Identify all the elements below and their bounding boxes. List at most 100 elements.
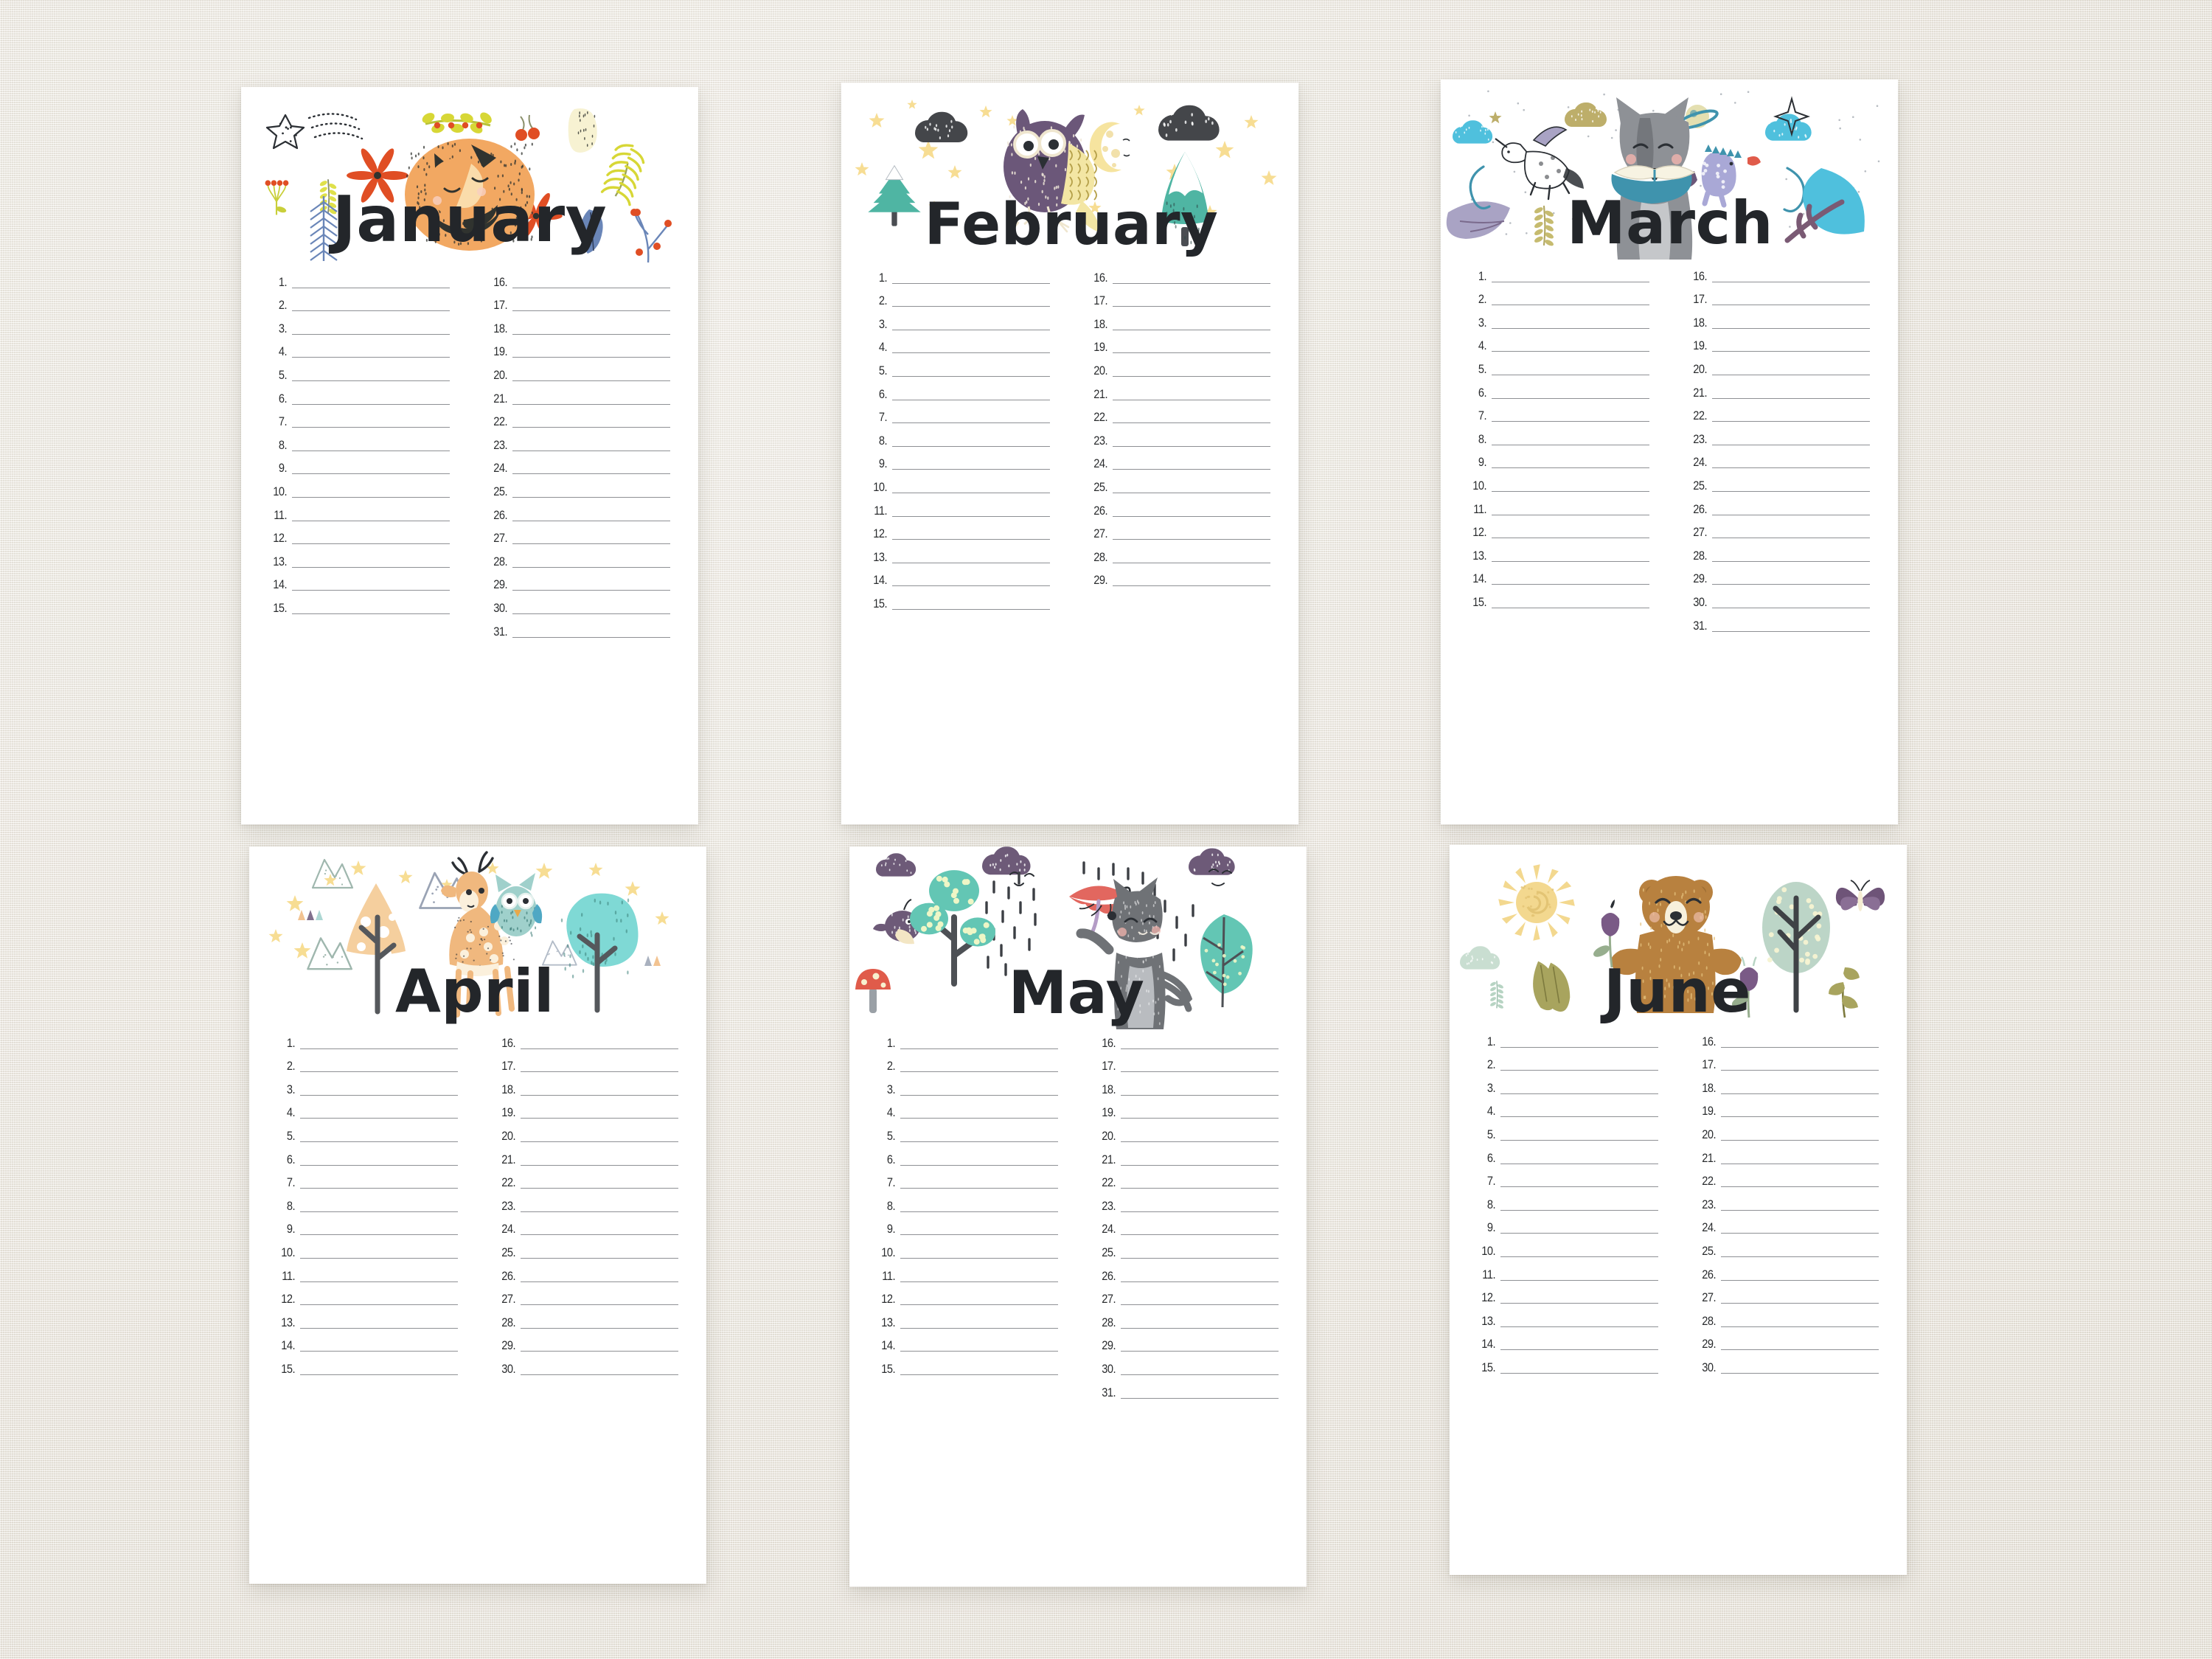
day-write-line[interactable] [1721,1070,1879,1071]
day-entry-row[interactable]: 3. [270,1074,458,1098]
day-write-line[interactable] [292,357,450,358]
day-entry-row[interactable]: 27. [1091,1284,1279,1308]
day-entry-row[interactable]: 2. [1461,285,1649,308]
day-write-line[interactable] [1712,351,1870,352]
day-entry-row[interactable]: 31. [1682,611,1870,634]
day-write-line[interactable] [521,1351,678,1352]
day-write-line[interactable] [1121,1188,1279,1189]
day-entry-row[interactable]: 5. [262,360,450,383]
day-write-line[interactable] [1500,1256,1658,1257]
day-entry-row[interactable]: 8. [270,1191,458,1214]
day-write-line[interactable] [892,422,1050,423]
day-write-line[interactable] [1113,306,1270,307]
day-entry-row[interactable]: 6. [270,1144,458,1168]
day-write-line[interactable] [521,1304,678,1305]
day-write-line[interactable] [1712,584,1870,585]
day-entry-row[interactable]: 22. [1091,1168,1279,1192]
day-write-line[interactable] [1721,1280,1879,1281]
day-entry-row[interactable]: 17. [482,291,670,314]
day-entry-row[interactable]: 29. [1082,566,1270,589]
day-entry-row[interactable]: 18. [1091,1074,1279,1098]
day-entry-row[interactable]: 7. [262,407,450,431]
day-entry-row[interactable]: 30. [482,593,670,616]
day-write-line[interactable] [512,334,670,335]
day-write-line[interactable] [1492,398,1649,399]
day-write-line[interactable] [521,1095,678,1096]
day-entry-row[interactable]: 3. [1470,1073,1658,1096]
day-entry-row[interactable]: 6. [870,1144,1058,1168]
day-entry-row[interactable]: 6. [1470,1143,1658,1166]
day-entry-row[interactable]: 3. [862,309,1050,333]
day-write-line[interactable] [300,1095,458,1096]
day-write-line[interactable] [900,1258,1058,1259]
day-write-line[interactable] [1712,328,1870,329]
day-entry-row[interactable]: 1. [270,1028,458,1051]
day-entry-row[interactable]: 21. [1091,1144,1279,1168]
day-entry-row[interactable]: 8. [262,430,450,453]
day-write-line[interactable] [1113,539,1270,540]
day-entry-row[interactable]: 31. [1091,1377,1279,1401]
day-entry-row[interactable]: 15. [870,1354,1058,1377]
day-entry-row[interactable]: 16. [1082,262,1270,286]
day-write-line[interactable] [1500,1233,1658,1234]
day-entry-row[interactable]: 15. [1470,1352,1658,1376]
day-entry-row[interactable]: 13. [270,1307,458,1331]
day-write-line[interactable] [892,469,1050,470]
day-entry-row[interactable]: 28. [1091,1307,1279,1331]
day-entry-row[interactable]: 24. [482,453,670,477]
day-entry-row[interactable]: 2. [870,1051,1058,1075]
day-write-line[interactable] [1500,1140,1658,1141]
day-write-line[interactable] [1492,467,1649,468]
day-entry-row[interactable]: 10. [262,476,450,500]
day-entry-row[interactable]: 16. [1682,261,1870,285]
day-entry-row[interactable]: 26. [1091,1261,1279,1284]
day-entry-row[interactable]: 4. [1461,331,1649,355]
day-write-line[interactable] [900,1095,1058,1096]
day-entry-row[interactable]: 18. [482,313,670,337]
day-entry-row[interactable]: 29. [1691,1329,1879,1353]
day-write-line[interactable] [1712,561,1870,562]
day-entry-row[interactable]: 23. [490,1191,678,1214]
day-write-line[interactable] [1113,283,1270,284]
day-entry-row[interactable]: 30. [1091,1354,1279,1377]
day-write-line[interactable] [512,613,670,614]
day-entry-row[interactable]: 22. [1082,403,1270,426]
day-entry-row[interactable]: 17. [1082,286,1270,310]
day-write-line[interactable] [1721,1233,1879,1234]
day-entry-row[interactable]: 18. [490,1074,678,1098]
day-write-line[interactable] [300,1304,458,1305]
day-write-line[interactable] [900,1281,1058,1282]
day-entry-row[interactable]: 12. [1470,1283,1658,1307]
day-entry-row[interactable]: 21. [1691,1143,1879,1166]
day-write-line[interactable] [292,310,450,311]
day-write-line[interactable] [892,539,1050,540]
day-entry-row[interactable]: 28. [482,546,670,570]
day-write-line[interactable] [1492,561,1649,562]
day-entry-row[interactable]: 2. [262,291,450,314]
day-entry-row[interactable]: 19. [490,1098,678,1121]
day-write-line[interactable] [900,1048,1058,1049]
day-write-line[interactable] [900,1304,1058,1305]
day-write-line[interactable] [300,1351,458,1352]
day-write-line[interactable] [1492,328,1649,329]
day-write-line[interactable] [292,567,450,568]
day-entry-row[interactable]: 4. [270,1098,458,1121]
day-write-line[interactable] [1721,1210,1879,1211]
day-entry-row[interactable]: 22. [1682,401,1870,425]
day-write-line[interactable] [1721,1326,1879,1327]
day-write-line[interactable] [1721,1047,1879,1048]
day-write-line[interactable] [1121,1118,1279,1119]
day-entry-row[interactable]: 19. [482,337,670,361]
day-entry-row[interactable]: 21. [490,1144,678,1168]
day-entry-row[interactable]: 4. [870,1098,1058,1121]
day-write-line[interactable] [900,1211,1058,1212]
day-write-line[interactable] [1121,1071,1279,1072]
day-write-line[interactable] [1500,1093,1658,1094]
day-write-line[interactable] [512,497,670,498]
day-write-line[interactable] [900,1374,1058,1375]
day-entry-row[interactable]: 3. [262,313,450,337]
day-entry-row[interactable]: 25. [1082,472,1270,495]
day-write-line[interactable] [1500,1186,1658,1187]
day-write-line[interactable] [1121,1141,1279,1142]
day-write-line[interactable] [1113,469,1270,470]
